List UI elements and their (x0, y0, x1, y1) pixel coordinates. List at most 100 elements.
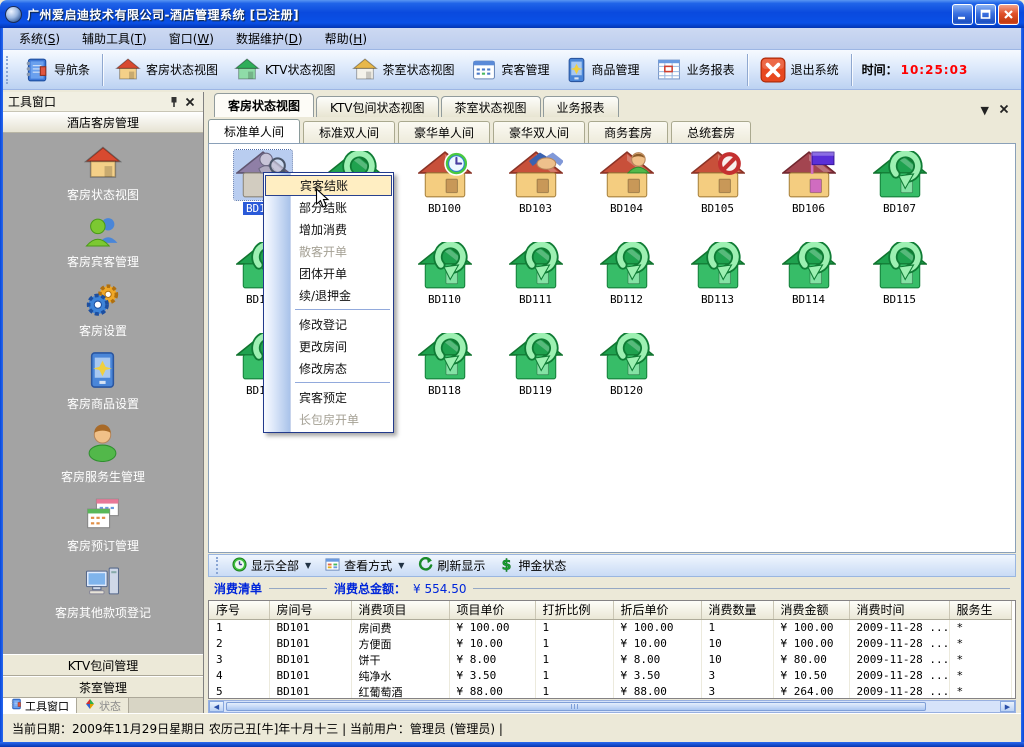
context-menu-item-10[interactable]: 长包房开单 (264, 408, 393, 430)
toolbar-ktv-status-button[interactable]: KTV状态视图 (226, 55, 343, 84)
view-tab-2[interactable]: 茶室状态视图 (441, 96, 541, 117)
room-type-tab-5[interactable]: 总统套房 (671, 121, 751, 143)
sidebar-item-1[interactable]: 客房宾客管理 (67, 215, 139, 270)
room-toolbar-button-0[interactable]: 显示全部▼ (225, 556, 318, 576)
toolbar-nav-button[interactable]: 导航条 (15, 54, 98, 86)
menu-item-4[interactable]: 帮助(H) (314, 28, 378, 49)
toolbar-grip[interactable] (6, 56, 11, 84)
sidebar-items: 客房状态视图客房宾客管理客房设置客房商品设置客房服务生管理客房预订管理客房其他款… (3, 133, 203, 654)
maximize-button[interactable] (975, 4, 996, 25)
column-header-2[interactable]: 消费项目 (351, 601, 449, 619)
menu-item-3[interactable]: 数据维护(D) (225, 28, 314, 49)
column-header-0[interactable]: 序号 (209, 601, 269, 619)
context-menu-item-7[interactable]: 更改房间 (264, 335, 393, 357)
column-header-1[interactable]: 房间号 (269, 601, 351, 619)
room-BD105[interactable]: BD105 (672, 146, 763, 237)
scroll-right-button[interactable]: ▶ (1000, 701, 1015, 712)
room-type-tab-0[interactable]: 标准单人间 (208, 119, 300, 143)
column-header-4[interactable]: 打折比例 (535, 601, 613, 619)
column-header-9[interactable]: 服务生 (949, 601, 1011, 619)
tab-list-dropdown-icon[interactable]: ▼ (981, 104, 989, 117)
menu-item-2[interactable]: 窗口(W) (158, 28, 225, 49)
room-BD106[interactable]: BD106 (763, 146, 854, 237)
room-type-tab-2[interactable]: 豪华单人间 (398, 121, 490, 143)
table-cell: BD101 (269, 684, 351, 700)
table-row-1[interactable]: 2BD101方便面¥ 10.001¥ 10.0010¥ 100.002009-1… (209, 636, 1011, 652)
context-menu-item-8[interactable]: 修改房态 (264, 357, 393, 379)
room-type-tab-4[interactable]: 商务套房 (588, 121, 668, 143)
room-BD120[interactable]: BD120 (581, 328, 672, 419)
close-panel-icon[interactable] (182, 94, 198, 109)
toolbar-biz-report-button[interactable]: 业务报表 (648, 55, 743, 84)
table-row-4[interactable]: 5BD101红葡萄酒¥ 88.001¥ 88.003¥ 264.002009-1… (209, 684, 1011, 700)
sidebar-item-label: 客房宾客管理 (67, 253, 139, 270)
room-toolbar-button-1[interactable]: 查看方式▼ (318, 556, 411, 576)
toolbar-goods-mgmt-button[interactable]: 商品管理 (558, 54, 648, 86)
view-tab-0[interactable]: 客房状态视图 (214, 93, 314, 117)
room-status-icon-vacant (416, 332, 474, 382)
column-header-8[interactable]: 消费时间 (849, 601, 949, 619)
sidebar-tab-1[interactable]: 状态 (77, 698, 129, 713)
table-row-0[interactable]: 1BD101房间费¥ 100.001¥ 100.001¥ 100.002009-… (209, 619, 1011, 636)
toolbar-button-label: 客房状态视图 (146, 61, 218, 78)
minimize-button[interactable] (952, 4, 973, 25)
menu-item-1[interactable]: 辅助工具(T) (71, 28, 158, 49)
room-BD103[interactable]: BD103 (490, 146, 581, 237)
room-BD112[interactable]: BD112 (581, 237, 672, 328)
context-menu-item-3[interactable]: 散客开单 (264, 240, 393, 262)
room-BD114[interactable]: BD114 (763, 237, 854, 328)
sidebar-tab-0[interactable]: 工具窗口 (3, 698, 77, 713)
scroll-left-button[interactable]: ◀ (209, 701, 224, 712)
table-cell: * (949, 619, 1011, 636)
table-cell: ¥ 264.00 (773, 684, 849, 700)
toolbar-grip[interactable] (216, 557, 221, 574)
room-BD111[interactable]: BD111 (490, 237, 581, 328)
room-label: BD100 (425, 202, 464, 215)
toolbar-room-status-button[interactable]: 客房状态视图 (107, 55, 226, 84)
scrollbar-thumb[interactable] (226, 702, 926, 711)
pin-icon[interactable] (166, 94, 182, 109)
room-BD104[interactable]: BD104 (581, 146, 672, 237)
table-row-2[interactable]: 3BD101饼干¥ 8.001¥ 8.0010¥ 80.002009-11-28… (209, 652, 1011, 668)
context-menu-item-5[interactable]: 续/退押金 (264, 284, 393, 306)
tab-close-icon[interactable] (999, 104, 1009, 117)
sidebar-item-4[interactable]: 客房服务生管理 (61, 424, 145, 485)
context-menu-item-4[interactable]: 团体开单 (264, 262, 393, 284)
view-tab-1[interactable]: KTV包间状态视图 (316, 96, 438, 117)
column-header-5[interactable]: 折后单价 (613, 601, 701, 619)
room-toolbar-button-3[interactable]: $押金状态 (492, 556, 573, 576)
view-tab-3[interactable]: 业务报表 (543, 96, 619, 117)
room-type-tab-3[interactable]: 豪华双人间 (493, 121, 585, 143)
room-toolbar-button-2[interactable]: 刷新显示 (411, 556, 492, 576)
room-type-tab-1[interactable]: 标准双人间 (303, 121, 395, 143)
menu-item-0[interactable]: 系统(S) (8, 28, 71, 49)
room-BD110[interactable]: BD110 (399, 237, 490, 328)
sidebar-item-2[interactable]: 客房设置 (79, 282, 127, 339)
sidebar-item-5[interactable]: 客房预订管理 (67, 497, 139, 554)
sidebar-item-0[interactable]: 客房状态视图 (67, 146, 139, 203)
room-BD115[interactable]: BD115 (854, 237, 945, 328)
close-button[interactable] (998, 4, 1019, 25)
context-menu-item-9[interactable]: 宾客预定 (264, 386, 393, 408)
toolbar-guest-mgmt-button[interactable]: 宾客管理 (463, 55, 558, 84)
dropdown-caret-icon[interactable]: ▼ (305, 561, 311, 570)
column-header-3[interactable]: 项目单价 (449, 601, 535, 619)
sidebar-group-button-0[interactable]: KTV包间管理 (3, 654, 203, 676)
dropdown-caret-icon[interactable]: ▼ (398, 561, 404, 570)
sidebar-item-3[interactable]: 客房商品设置 (67, 351, 139, 412)
column-header-6[interactable]: 消费数量 (701, 601, 773, 619)
context-menu-item-2[interactable]: 增加消费 (264, 218, 393, 240)
room-BD119[interactable]: BD119 (490, 328, 581, 419)
consumption-table-wrap: 序号房间号消费项目项目单价打折比例折后单价消费数量消费金额消费时间服务生 1BD… (208, 600, 1016, 699)
toolbar-exit-button[interactable]: 退出系统 (752, 54, 847, 86)
room-BD113[interactable]: BD113 (672, 237, 763, 328)
toolbar-tea-status-button[interactable]: 茶室状态视图 (344, 55, 463, 84)
room-BD107[interactable]: BD107 (854, 146, 945, 237)
table-row-3[interactable]: 4BD101纯净水¥ 3.501¥ 3.503¥ 10.502009-11-28… (209, 668, 1011, 684)
column-header-7[interactable]: 消费金额 (773, 601, 849, 619)
sidebar-item-6[interactable]: 客房其他款项登记 (55, 566, 151, 621)
room-BD118[interactable]: BD118 (399, 328, 490, 419)
sidebar-group-button-1[interactable]: 茶室管理 (3, 676, 203, 698)
room-BD100[interactable]: BD100 (399, 146, 490, 237)
context-menu-item-6[interactable]: 修改登记 (264, 313, 393, 335)
